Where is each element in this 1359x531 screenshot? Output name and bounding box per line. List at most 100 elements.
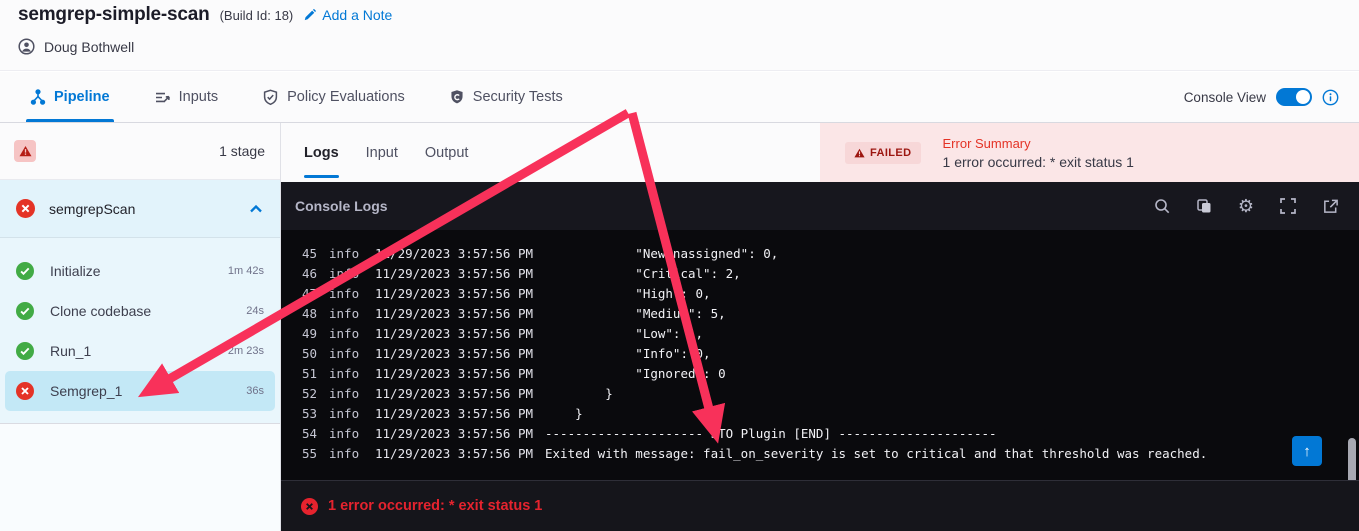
warning-badge-icon	[14, 140, 36, 162]
log-timestamp: 11/29/2023 3:57:56 PM	[375, 266, 534, 281]
log-timestamp: 11/29/2023 3:57:56 PM	[375, 366, 534, 381]
page-title: semgrep-simple-scan	[18, 4, 210, 25]
log-level: info	[329, 246, 360, 261]
open-in-new-icon[interactable]	[1321, 197, 1339, 215]
console-view-toggle[interactable]	[1276, 88, 1312, 106]
tab-policy-evaluations[interactable]: Policy Evaluations	[262, 72, 405, 122]
tab-security-tests-label: Security Tests	[472, 89, 563, 105]
log-level: info	[329, 446, 360, 461]
tab-security-tests[interactable]: Security Tests	[449, 72, 563, 122]
line-number: 51	[301, 366, 317, 381]
log-message: "Low": 1,	[545, 326, 704, 341]
nav-tabbar: Pipeline Inputs Policy Evaluations Secur…	[0, 72, 1359, 123]
pencil-icon	[303, 8, 317, 22]
log-level: info	[329, 426, 360, 441]
scroll-to-top-button[interactable]: ↑	[1292, 436, 1322, 466]
step-run-1[interactable]: Run_1 2m 23s	[5, 331, 275, 371]
search-icon[interactable]	[1153, 197, 1171, 215]
stage-header-semgrepscan[interactable]: semgrepScan	[0, 180, 280, 238]
log-timestamp: 11/29/2023 3:57:56 PM	[375, 426, 534, 441]
tab-input[interactable]: Input	[366, 123, 398, 182]
log-timestamp: 11/29/2023 3:57:56 PM	[375, 446, 534, 461]
log-level: info	[329, 286, 360, 301]
log-level: info	[329, 386, 360, 401]
build-id: (Build Id: 18)	[219, 7, 294, 23]
console-footer: 1 error occurred: * exit status 1	[281, 480, 1359, 531]
logs-tab-underline	[304, 175, 339, 178]
avatar-icon	[18, 38, 35, 55]
line-number: 46	[301, 266, 317, 281]
error-summary-panel: FAILED Error Summary 1 error occurred: *…	[820, 123, 1359, 182]
line-number: 48	[301, 306, 317, 321]
log-message: "Info": 0,	[545, 346, 711, 361]
line-number: 50	[301, 346, 317, 361]
log-message: "High": 0,	[545, 286, 711, 301]
log-timestamp: 11/29/2023 3:57:56 PM	[375, 246, 534, 261]
log-level: info	[329, 326, 360, 341]
line-number: 52	[301, 386, 317, 401]
add-note-label: Add a Note	[322, 7, 393, 23]
chevron-up-icon[interactable]	[248, 202, 264, 216]
stage-count-row: 1 stage	[0, 123, 280, 180]
log-line: 46 info 11/29/2023 3:57:56 PM "Critical": …	[281, 264, 1359, 284]
log-message: "NewUnassigned": 0,	[545, 246, 779, 261]
log-line: 51 info 11/29/2023 3:57:56 PM "Ignored": 0	[281, 364, 1359, 384]
step-success-icon	[16, 342, 34, 360]
gear-glyph: ⚙	[1237, 196, 1255, 216]
step-clone-codebase[interactable]: Clone codebase 24s	[5, 291, 275, 331]
log-timestamp: 11/29/2023 3:57:56 PM	[375, 386, 534, 401]
step-duration: 24s	[246, 305, 264, 317]
step-list: Initialize 1m 42s Clone codebase 24s Run…	[0, 238, 280, 424]
tab-logs[interactable]: Logs	[304, 123, 339, 182]
tab-output[interactable]: Output	[425, 123, 469, 182]
step-name: Run_1	[50, 343, 92, 359]
settings-icon[interactable]: ⚙	[1237, 197, 1255, 215]
log-timestamp: 11/29/2023 3:57:56 PM	[375, 286, 534, 301]
step-semgrep-1[interactable]: Semgrep_1 36s	[5, 371, 275, 411]
step-duration: 2m 23s	[227, 345, 264, 357]
log-timestamp: 11/29/2023 3:57:56 PM	[375, 326, 534, 341]
log-message: "Medium": 5,	[545, 306, 726, 321]
line-number: 47	[301, 286, 317, 301]
console-log-body[interactable]: 45 info 11/29/2023 3:57:56 PM "NewUnassign…	[281, 230, 1359, 480]
stage-name: semgrepScan	[49, 200, 136, 217]
log-message: }	[545, 386, 613, 401]
log-line: 49 info 11/29/2023 3:57:56 PM "Low": 1,	[281, 324, 1359, 344]
user-name: Doug Bothwell	[44, 38, 135, 55]
info-icon[interactable]	[1322, 89, 1339, 106]
footer-error-message: 1 error occurred: * exit status 1	[328, 498, 543, 514]
log-level: info	[329, 366, 360, 381]
log-timestamp: 11/29/2023 3:57:56 PM	[375, 346, 534, 361]
step-initialize[interactable]: Initialize 1m 42s	[5, 251, 275, 291]
log-message: "Critical": 2,	[545, 266, 741, 281]
console-header: Console Logs ⚙	[281, 182, 1359, 230]
stage-count-label: 1 stage	[219, 143, 265, 159]
tab-pipeline[interactable]: Pipeline	[26, 72, 114, 122]
log-timestamp: 11/29/2023 3:57:56 PM	[375, 306, 534, 321]
page-header: semgrep-simple-scan (Build Id: 18) Add a…	[0, 0, 1359, 71]
active-tab-underline	[26, 119, 114, 122]
line-number: 49	[301, 326, 317, 341]
nav-tabs: Pipeline Inputs Policy Evaluations Secur…	[26, 72, 563, 122]
add-note-button[interactable]: Add a Note	[303, 7, 392, 23]
log-level: info	[329, 306, 360, 321]
step-name: Initialize	[50, 263, 101, 279]
step-success-icon	[16, 302, 34, 320]
copy-icon[interactable]	[1195, 197, 1213, 215]
fullscreen-icon[interactable]	[1279, 197, 1297, 215]
step-name: Clone codebase	[50, 303, 152, 319]
line-number: 45	[301, 246, 317, 261]
step-name: Semgrep_1	[50, 383, 123, 399]
log-line: 47 info 11/29/2023 3:57:56 PM "High": 0,	[281, 284, 1359, 304]
stage-sidebar: 1 stage semgrepScan Initialize 1m 42s Cl…	[0, 123, 281, 531]
tab-inputs[interactable]: Inputs	[154, 72, 219, 122]
tab-inputs-label: Inputs	[178, 89, 219, 105]
error-summary-title: Error Summary	[942, 135, 1031, 151]
log-level: info	[329, 346, 360, 361]
log-message: }	[545, 406, 583, 421]
error-summary-message: 1 error occurred: * exit status 1	[942, 153, 1134, 170]
console-panel: Logs Input Output FAILED Error Summary 1…	[281, 123, 1359, 531]
console-toolbar: ⚙	[1153, 197, 1339, 215]
log-line: 50 info 11/29/2023 3:57:56 PM "Info": 0,	[281, 344, 1359, 364]
line-number: 55	[301, 446, 317, 461]
